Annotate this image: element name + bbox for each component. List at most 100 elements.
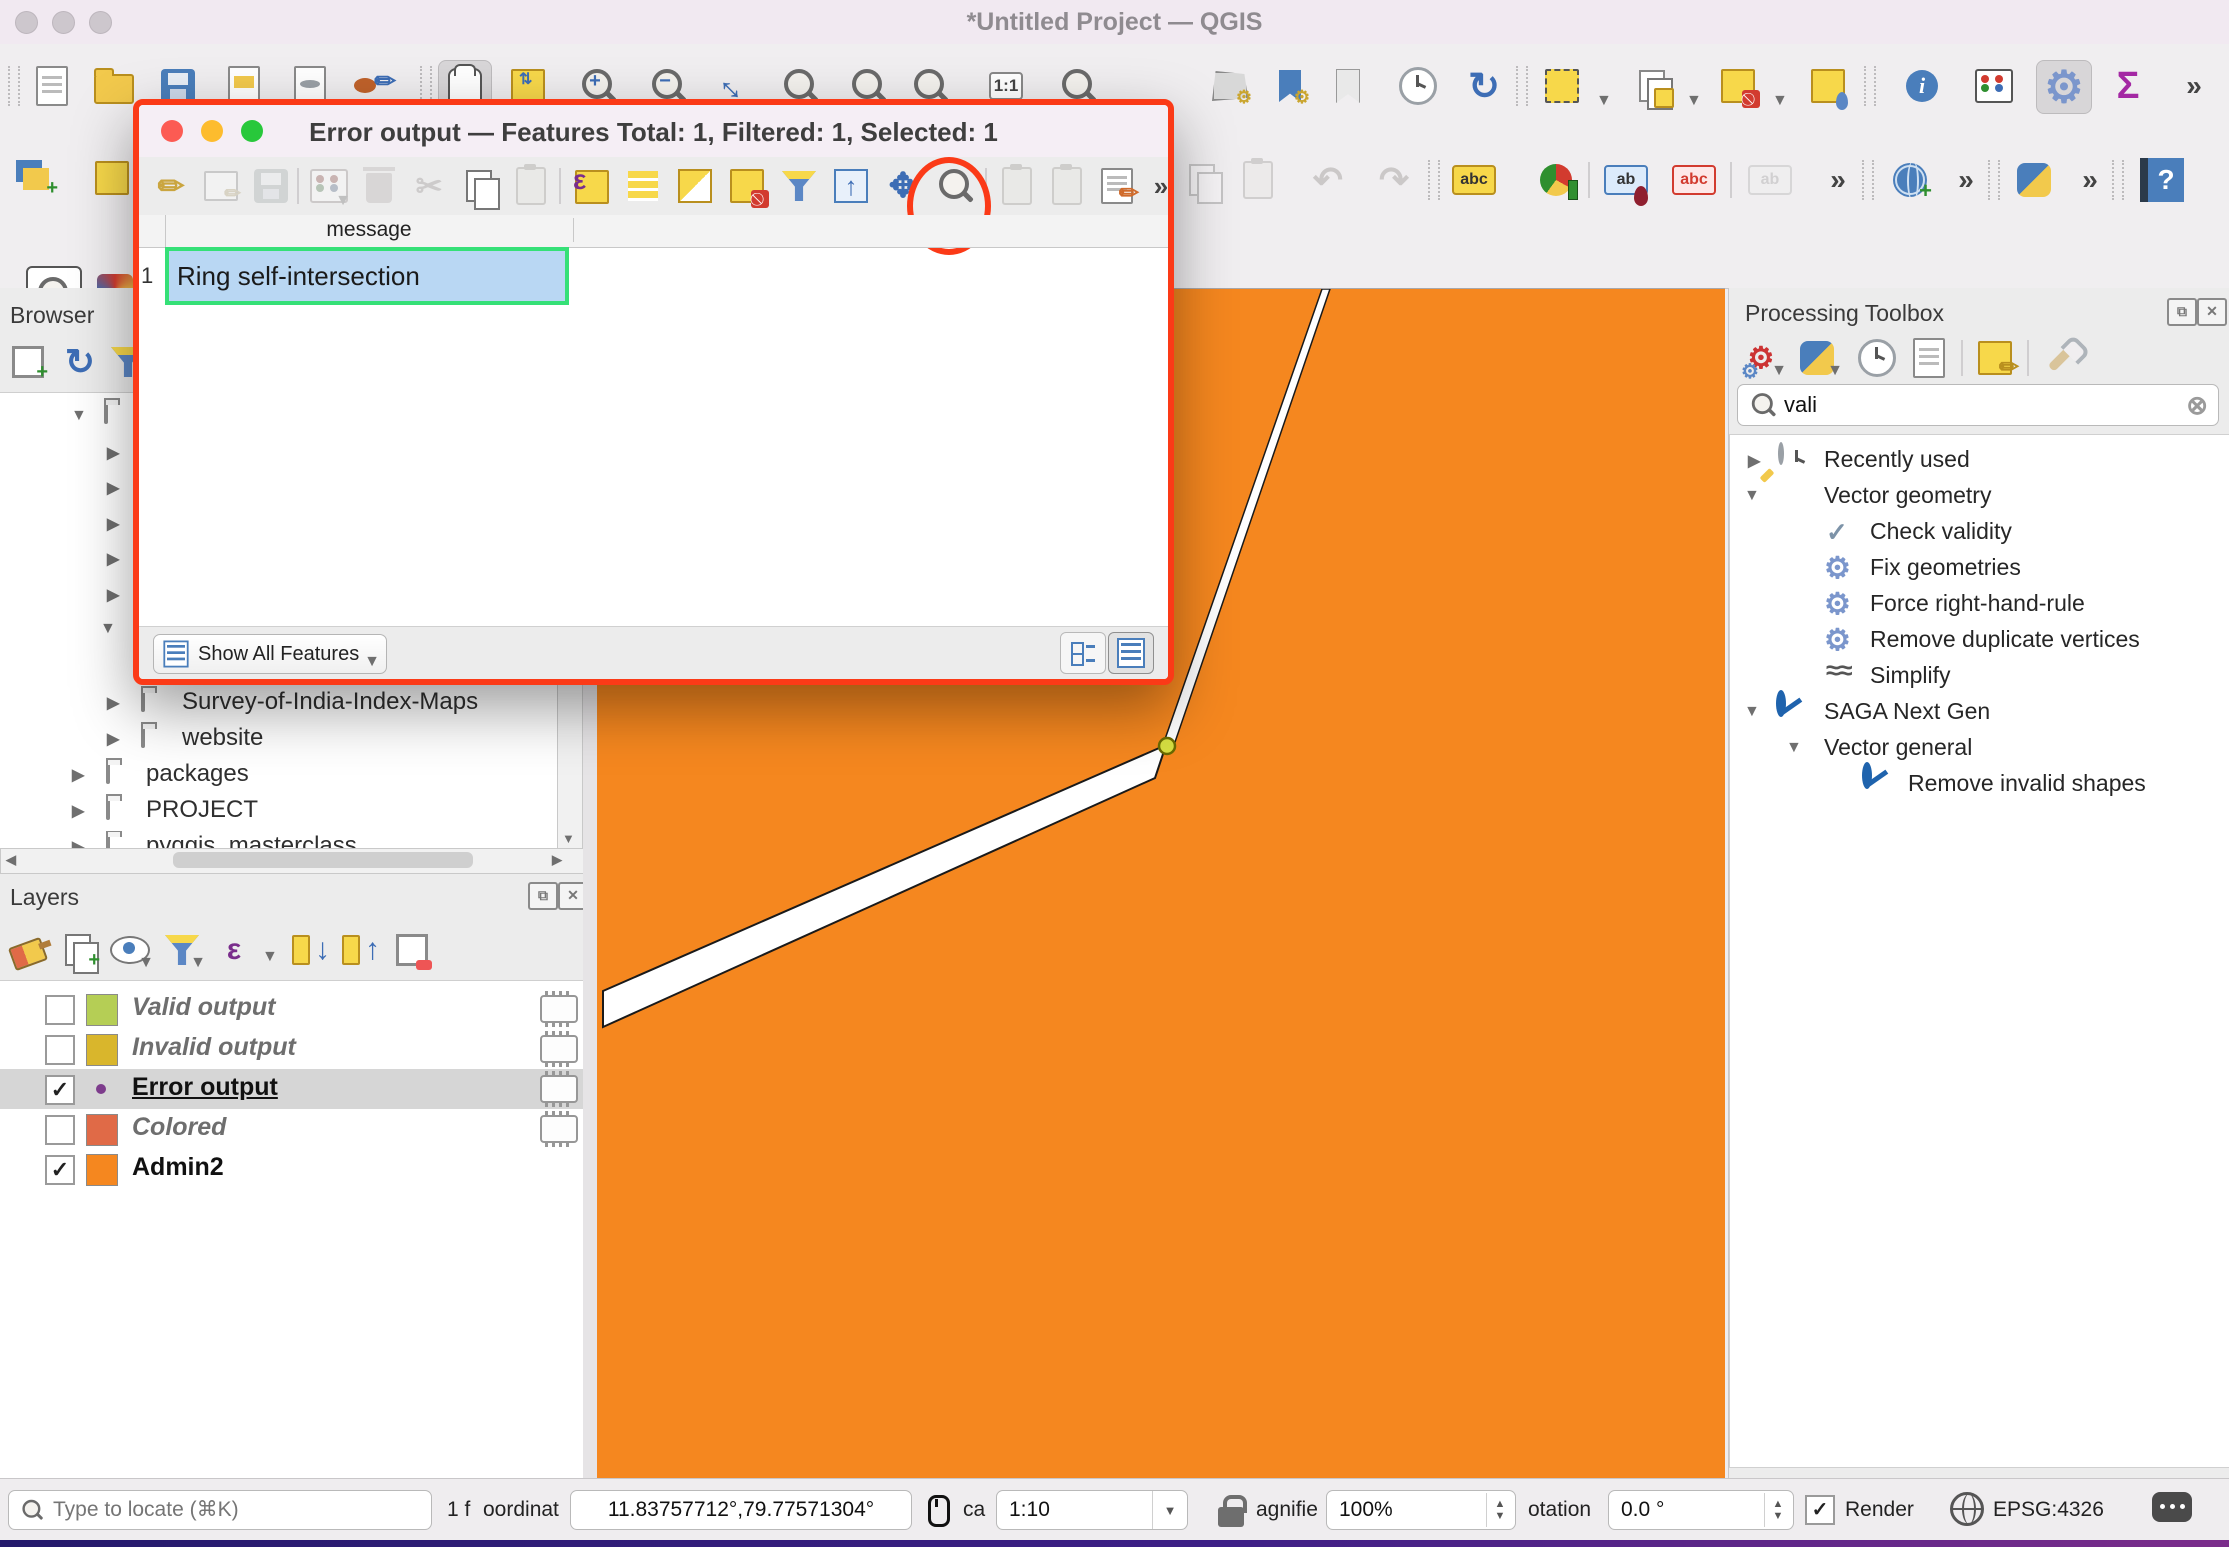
processing-close-icon[interactable]: ✕ <box>2197 298 2227 326</box>
new-spatial-bookmark-button[interactable]: ⚙ <box>1268 64 1312 108</box>
browser-item[interactable]: ▶ packages <box>0 759 583 795</box>
processing-search-input[interactable] <box>1782 391 2186 419</box>
identify-features-button[interactable]: i <box>1900 64 1944 108</box>
select-by-expression-button[interactable]: ε <box>569 164 613 208</box>
rotation-spinner[interactable]: ▲▼ <box>1764 1493 1791 1527</box>
processing-algorithm[interactable]: ⚙ Remove duplicate vertices <box>1730 623 2229 659</box>
layer-checkbox[interactable]: ✓ <box>45 1075 75 1105</box>
memory-layer-icon[interactable] <box>540 995 578 1023</box>
browser-add-layer-button[interactable]: + <box>6 340 50 384</box>
tree-expander[interactable]: ▶ <box>107 478 119 498</box>
new-field-button[interactable] <box>995 164 1039 208</box>
select-all-button[interactable] <box>621 164 665 208</box>
layer-name[interactable]: Invalid output <box>132 1033 296 1062</box>
toolbar-grip[interactable] <box>1864 66 1876 106</box>
tree-expander[interactable]: ▶ <box>1748 451 1760 471</box>
toolbar-grip[interactable] <box>8 66 20 106</box>
feature-filter-button[interactable]: Show All Features ▼ <box>153 634 387 674</box>
filter-legend-button[interactable]: ▼ <box>160 928 204 972</box>
scroll-down-icon[interactable]: ▼ <box>562 831 575 846</box>
save-edits-button[interactable] <box>249 164 293 208</box>
select-by-location-button[interactable] <box>1806 64 1850 108</box>
tree-expander[interactable]: ▶ <box>72 765 84 785</box>
scripts-button[interactable]: ▼ <box>1795 336 1839 380</box>
tree-expander[interactable]: ▼ <box>1744 703 1760 721</box>
dialog-toolbar-overflow[interactable]: » <box>1139 164 1183 208</box>
select-features-button[interactable] <box>1540 64 1584 108</box>
move-label-button[interactable]: ab <box>1748 158 1792 202</box>
rotation-input[interactable] <box>1609 1497 1739 1523</box>
clear-search-icon[interactable]: ⊗ <box>2186 390 2208 421</box>
browser-item[interactable]: ▶ PROJECT <box>0 795 583 831</box>
toolbar-grip[interactable] <box>1988 160 2000 200</box>
browser-item[interactable]: ▶ Survey-of-India-Index-Maps <box>0 687 583 723</box>
highlight-pinned-labels-button[interactable]: abc <box>1672 158 1716 202</box>
selected-cell[interactable]: Ring self-intersection <box>165 247 569 305</box>
layer-name[interactable]: Error output <box>132 1073 278 1102</box>
open-project-button[interactable] <box>92 64 136 108</box>
toggle-extents-icon[interactable] <box>920 1493 956 1529</box>
add-vector-layer-button[interactable] <box>90 156 134 200</box>
toolbar-overflow-button[interactable]: » <box>2172 64 2216 108</box>
layer-diagram-button[interactable] <box>1534 158 1578 202</box>
processing-algorithm[interactable]: ⚙ Force right-hand-rule <box>1730 587 2229 623</box>
processing-options-button[interactable] <box>2039 336 2083 380</box>
invert-selection-button[interactable] <box>673 164 717 208</box>
show-statistics-button[interactable]: Σ <box>2106 64 2150 108</box>
magnifier-spinner[interactable]: ▲▼ <box>1486 1493 1513 1527</box>
field-calculator-button[interactable]: ✏ <box>1095 164 1139 208</box>
layer-row[interactable]: ✓ Admin2 <box>0 1149 583 1189</box>
processing-algorithm[interactable]: ✓ Check validity <box>1730 515 2229 551</box>
toolbar-grip[interactable] <box>1428 160 1440 200</box>
expand-all-button[interactable]: ↓ <box>288 928 332 972</box>
layer-row[interactable]: Valid output <box>0 989 583 1029</box>
toolbar-grip[interactable] <box>1862 160 1874 200</box>
toolbar-grip[interactable] <box>1516 66 1528 106</box>
processing-algorithm[interactable]: ⚙ Fix geometries <box>1730 551 2229 587</box>
data-source-manager-button[interactable]: + <box>14 156 58 200</box>
layer-checkbox[interactable] <box>45 995 75 1025</box>
select-by-form-dropdown[interactable]: ▼ <box>1686 92 1702 110</box>
processing-group[interactable]: ▼ Vector general <box>1730 731 2229 767</box>
scroll-left-icon[interactable]: ◀ <box>6 852 16 868</box>
layer-row-selected[interactable]: ✓ Error output <box>0 1069 583 1109</box>
layer-labeling-button[interactable]: abc <box>1452 158 1496 202</box>
crs-label[interactable]: EPSG:4326 <box>1993 1498 2104 1522</box>
web-toolbar-overflow[interactable]: » <box>1944 158 1988 202</box>
new-map-view-button[interactable]: ⚙ <box>1208 64 1252 108</box>
results-viewer-button[interactable] <box>1907 336 1951 380</box>
toolbar-grip[interactable] <box>2112 160 2124 200</box>
copy-features-button[interactable] <box>457 164 501 208</box>
layers-float-icon[interactable]: ⧉ <box>528 882 558 910</box>
collapse-all-button[interactable]: ↑ <box>338 928 382 972</box>
layer-checkbox[interactable] <box>45 1035 75 1065</box>
pin-labels-button[interactable]: ab <box>1604 158 1648 202</box>
expression-dropdown-icon[interactable]: ▼ <box>262 948 278 966</box>
add-group-button[interactable]: + <box>56 928 100 972</box>
messages-icon[interactable] <box>2152 1492 2192 1522</box>
layer-row[interactable]: Invalid output <box>0 1029 583 1069</box>
tree-expander[interactable]: ▶ <box>107 514 119 534</box>
processing-algorithm[interactable]: ≈≈ Simplify <box>1730 659 2229 695</box>
processing-group[interactable]: ▶ Recently used <box>1730 443 2229 479</box>
layer-name[interactable]: Admin2 <box>132 1153 224 1182</box>
statistical-summary-button[interactable] <box>1972 64 2016 108</box>
undo-button[interactable]: ↶ <box>1306 158 1350 202</box>
select-features-dropdown[interactable]: ▼ <box>1596 92 1612 110</box>
refresh-map-button[interactable]: ↻ <box>1462 64 1506 108</box>
manage-map-themes-button[interactable]: ▼ <box>108 928 152 972</box>
layer-checkbox[interactable] <box>45 1115 75 1145</box>
paste-features-button[interactable] <box>509 164 553 208</box>
toggle-editing-button[interactable]: ✏ <box>149 164 193 208</box>
lock-scale-icon[interactable] <box>1216 1493 1246 1529</box>
deselect-all-button[interactable]: ⃠ <box>725 164 769 208</box>
metasearch-button[interactable]: + <box>1888 158 1932 202</box>
locator-input[interactable] <box>51 1497 431 1523</box>
show-bookmarks-button[interactable] <box>1326 64 1370 108</box>
paste-features-button[interactable] <box>1236 158 1280 202</box>
layer-checkbox[interactable]: ✓ <box>45 1155 75 1185</box>
edit-in-place-button[interactable]: ✏ <box>1973 336 2017 380</box>
new-project-button[interactable] <box>30 64 74 108</box>
layer-name[interactable]: Colored <box>132 1113 226 1142</box>
temporal-controller-button[interactable] <box>1396 64 1440 108</box>
